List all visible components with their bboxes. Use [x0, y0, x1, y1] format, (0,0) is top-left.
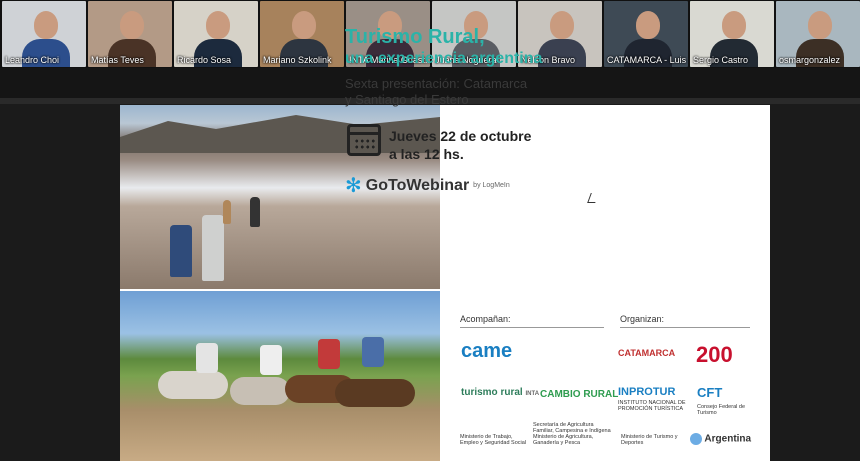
participant-name: osmargonzalez: [779, 55, 841, 65]
subtitle-line2: y Santiago del Estero: [345, 92, 469, 107]
slide-title-line2: una experiencia argentina: [345, 50, 543, 67]
participant-name: Matías Teves: [91, 55, 144, 65]
argentina-emblem-icon: [690, 433, 702, 445]
participant-name: Ricardo Sosa: [177, 55, 232, 65]
calendar-icon: [347, 124, 381, 156]
participant-tile[interactable]: osmargonzalez: [776, 1, 860, 67]
date-line2: a las 12 hs.: [389, 146, 464, 162]
participant-avatar: [636, 11, 660, 39]
organize-divider: [620, 327, 750, 328]
participant-avatar: [120, 11, 144, 39]
slide-title: Turismo Rural,: [345, 26, 485, 48]
accompany-label: Acompañan:: [460, 314, 511, 324]
ministerio-agricultura-label: Secretaría de Agricultura Familiar, Camp…: [533, 422, 611, 446]
walker-figure: [250, 197, 260, 227]
participant-tile[interactable]: Matías Teves: [88, 1, 172, 67]
accompany-divider: [460, 327, 604, 328]
catamarca-logo: CATAMARCA: [618, 348, 676, 358]
came-logo: came: [461, 340, 513, 362]
participant-name: CATAMARCA - Luis ...: [607, 55, 688, 65]
event-date: Jueves 22 de octubre a las 12 hs.: [389, 127, 531, 163]
rider-figure: [260, 345, 282, 375]
ministerio-trabajo-label: Ministerio de Trabajo, Empleo y Segurida…: [460, 434, 527, 446]
slide-subtitle: Sexta presentación: Catamarca y Santiago…: [345, 76, 565, 108]
rider-figure: [362, 337, 384, 367]
horse-figure: [230, 377, 290, 405]
participant-avatar: [206, 11, 230, 39]
turismo-rural-logo: turismo rural INTA: [461, 387, 539, 398]
cft-subtitle: Consejo Federal de Turismo: [697, 404, 746, 416]
walker-figure: [223, 200, 231, 224]
rider-figure: [196, 343, 218, 373]
organize-label: Organizan:: [620, 314, 665, 324]
cft-logo: CFT: [697, 385, 723, 400]
date-line1: Jueves 22 de octubre: [389, 128, 532, 144]
participant-avatar: [550, 11, 574, 39]
rider-figure: [318, 339, 340, 369]
inprotur-logo: INPROTUR: [618, 386, 676, 398]
participant-avatar: [34, 11, 58, 39]
inta-tag: INTA: [525, 391, 540, 397]
participant-tile[interactable]: CATAMARCA - Luis ...: [604, 1, 688, 67]
anniversary-logo: 200: [696, 342, 733, 367]
participant-name: Mariano Szkolink: [263, 55, 332, 65]
horse-figure: [335, 379, 415, 407]
participant-avatar: [722, 11, 746, 39]
participant-avatar: [808, 11, 832, 39]
walker-figure: [170, 225, 192, 277]
ministerio-turismo-label: Ministerio de Turismo y Deportes: [621, 434, 678, 446]
photo-gauchos-horses: [120, 291, 440, 461]
participant-tile[interactable]: Ricardo Sosa: [174, 1, 258, 67]
participant-tile[interactable]: Mariano Szkolink: [260, 1, 344, 67]
turismo-rural-text: turismo rural: [461, 387, 523, 398]
logmein-label: by LogMeIn: [473, 182, 510, 189]
gotowebinar-star-icon: ✻: [345, 175, 362, 197]
participant-tile[interactable]: Leandro Choi: [2, 1, 86, 67]
walker-figure: [202, 215, 224, 281]
subtitle-line1: Sexta presentación: Catamarca: [345, 76, 528, 91]
participant-avatar: [292, 11, 316, 39]
horse-figure: [158, 371, 228, 399]
gotowebinar-brand: GoToWebinar: [365, 176, 470, 194]
gotowebinar-logo: ✻ GoToWebinar by LogMeIn: [345, 173, 510, 198]
participant-name: Sergio Castro: [693, 55, 749, 65]
cambio-rural-logo: CAMBIO RURAL: [540, 389, 619, 400]
argentina-label: Argentina: [704, 433, 752, 445]
argentina-logo: Argentina: [690, 433, 751, 445]
participant-name: Leandro Choi: [5, 55, 60, 65]
inprotur-subtitle: INSTITUTO NACIONAL DE PROMOCIÓN TURÍSTIC…: [618, 400, 686, 412]
participant-tile[interactable]: Sergio Castro: [690, 1, 774, 67]
